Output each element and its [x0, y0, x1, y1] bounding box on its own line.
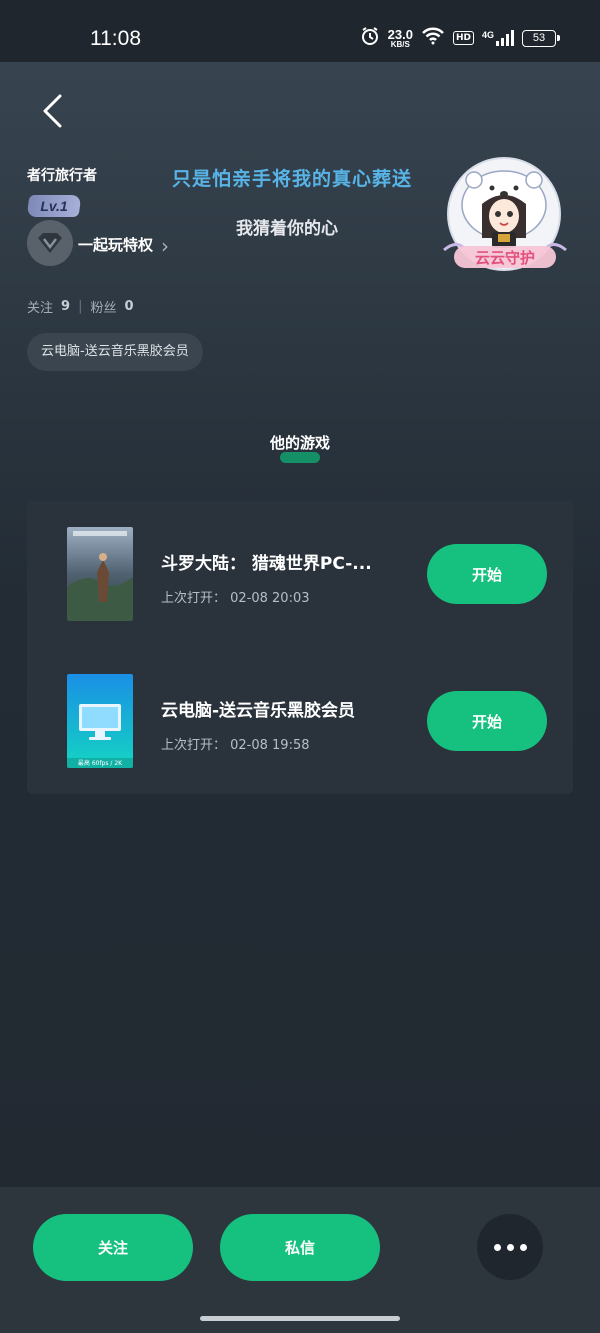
chevron-left-icon — [43, 94, 62, 128]
svg-text:云云守护: 云云守护 — [475, 249, 535, 267]
fans-count: 0 — [124, 299, 134, 314]
svg-text:最高 60fps / 2K: 最高 60fps / 2K — [78, 759, 123, 767]
hd-icon: HD — [452, 31, 474, 45]
game-name: 斗罗大陆： 猎魂世界PC-... — [161, 554, 372, 574]
game-last-opened: 上次打开： 02-08 20:03 — [161, 591, 310, 606]
follow-stats: 关注 9 | 粉丝 0 — [27, 297, 134, 316]
start-button[interactable]: 开始 — [427, 544, 547, 604]
net-speed: 23.0 KB/S — [387, 26, 413, 49]
tab-indicator — [280, 452, 320, 463]
game-cover: 最高 60fps / 2K — [67, 674, 133, 768]
fans-label[interactable]: 粉丝 — [90, 297, 116, 316]
message-button[interactable]: 私信 — [220, 1214, 380, 1281]
follow-count: 9 — [61, 299, 71, 314]
status-icons: 23.0 KB/S HD 4G 53 — [360, 26, 560, 50]
status-time: 11:08 — [90, 27, 141, 50]
avatar[interactable]: 云云守护 — [440, 150, 570, 280]
signature-line-2: 我猜着你的心 — [236, 219, 338, 239]
vip-privilege-link[interactable]: 一起玩特权 › — [78, 230, 169, 258]
vip-label: 一起玩特权 — [78, 235, 154, 254]
list-item[interactable]: 斗罗大陆： 猎魂世界PC-... 上次打开： 02-08 20:03 开始 — [27, 527, 573, 627]
signal-icon: 4G — [482, 30, 514, 46]
games-list: 斗罗大陆： 猎魂世界PC-... 上次打开： 02-08 20:03 开始 最高… — [27, 501, 573, 794]
battery-icon: 53 — [522, 29, 560, 47]
tab-his-games[interactable]: 他的游戏 — [0, 432, 600, 453]
signature-line-1: 只是怕亲手将我的真心葬送 — [172, 168, 413, 190]
list-item[interactable]: 最高 60fps / 2K 云电脑-送云音乐黑胶会员 上次打开： 02-08 1… — [27, 674, 573, 774]
chevron-right-icon: › — [161, 234, 170, 258]
follow-button[interactable]: 关注 — [33, 1214, 193, 1281]
more-button[interactable] — [477, 1214, 543, 1280]
stats-divider: | — [78, 299, 83, 314]
start-button[interactable]: 开始 — [427, 691, 547, 751]
alarm-icon — [360, 26, 380, 50]
level-badge: Lv.1 — [26, 195, 82, 217]
game-last-opened: 上次打开： 02-08 19:58 — [161, 738, 310, 753]
back-button[interactable] — [38, 94, 68, 128]
bottom-action-bar: 关注 私信 — [0, 1187, 600, 1333]
follow-label[interactable]: 关注 — [27, 297, 53, 316]
vip-icon[interactable] — [27, 220, 73, 266]
status-bar: 11:08 23.0 KB/S HD 4G 53 — [0, 0, 600, 62]
game-cover — [67, 527, 133, 621]
more-dots-icon — [493, 1243, 501, 1251]
username: 者行旅行者 — [27, 168, 97, 184]
game-name: 云电脑-送云音乐黑胶会员 — [161, 701, 356, 721]
home-indicator — [200, 1316, 400, 1321]
profile-tag[interactable]: 云电脑-送云音乐黑胶会员 — [27, 333, 203, 371]
wifi-icon — [421, 27, 445, 49]
